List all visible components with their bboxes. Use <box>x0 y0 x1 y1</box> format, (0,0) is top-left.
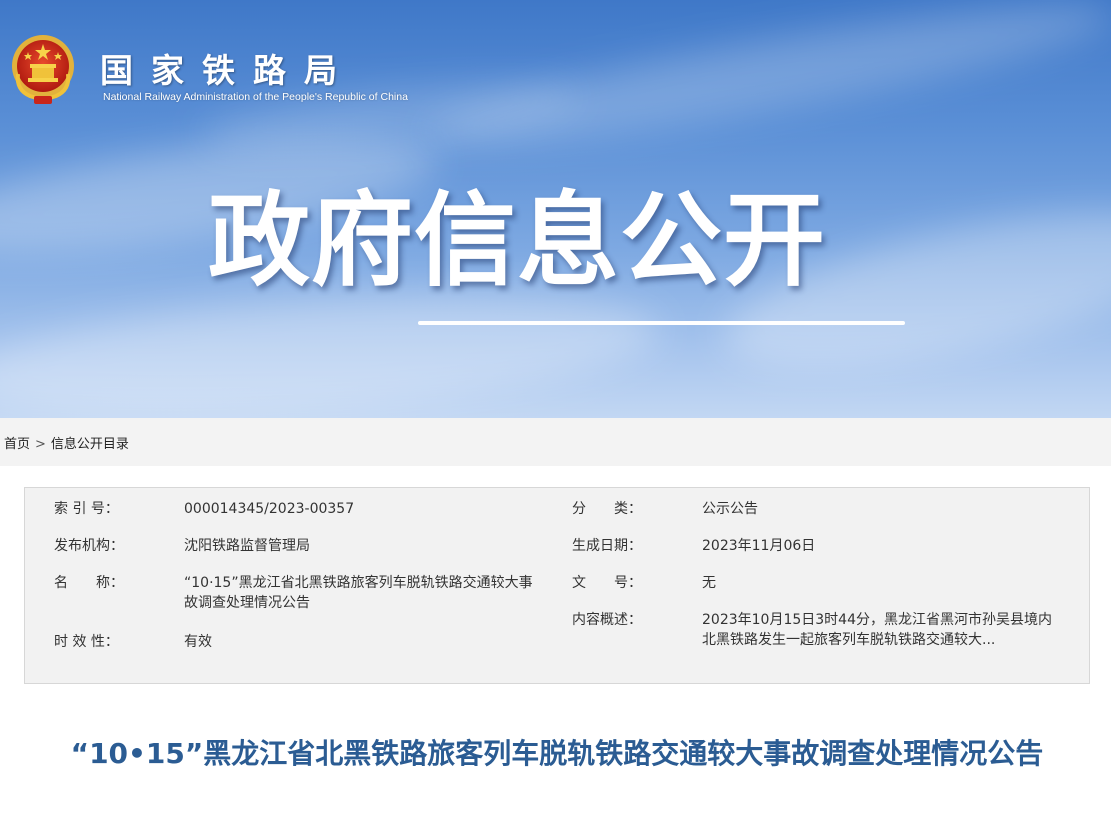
summary-label: 内容概述： <box>572 612 642 628</box>
breadcrumb-current-link[interactable]: 信息公开目录 <box>51 437 129 452</box>
breadcrumb-bar: 首页 > 信息公开目录 <box>0 418 1111 466</box>
index-label: 索 引 号： <box>54 501 119 517</box>
article-title: “10•15”黑龙江省北黑铁路旅客列车脱轨铁路交通较大事故调查处理情况公告 <box>70 737 1044 770</box>
site-logo-text: 国家铁路局 <box>100 51 355 90</box>
docno-label: 文 号： <box>572 575 642 591</box>
summary-value: 2023年10月15日3时44分，黑龙江省黑河市孙吴县境内北黑铁路发生一起旅客列… <box>702 612 1052 648</box>
date-value: 2023年11月06日 <box>702 538 816 554</box>
breadcrumb-home-link[interactable]: 首页 <box>4 437 30 452</box>
name-label: 名 称： <box>54 575 124 591</box>
publisher-value: 沈阳铁路监督管理局 <box>184 538 310 554</box>
banner-title: 政府信息公开 <box>208 182 826 301</box>
breadcrumb-separator: > <box>35 437 46 452</box>
category-label: 分 类： <box>572 501 642 517</box>
date-label: 生成日期： <box>572 538 642 554</box>
publisher-label: 发布机构： <box>54 538 124 554</box>
validity-label: 时 效 性： <box>54 634 119 650</box>
site-logo-english: National Railway Administration of the P… <box>103 91 408 103</box>
validity-value: 有效 <box>184 634 212 650</box>
name-value: “10·15”黑龙江省北黑铁路旅客列车脱轨铁路交通较大事故调查处理情况公告 <box>184 575 533 611</box>
header-banner: 国家铁路局 National Railway Administration of… <box>0 0 1111 418</box>
docno-value: 无 <box>702 575 716 591</box>
national-emblem-icon <box>12 35 74 104</box>
document-info-table: 索 引 号： 000014345/2023-00357 分 类： 公示公告 发布… <box>24 487 1090 684</box>
breadcrumb: 首页 > 信息公开目录 <box>4 433 129 452</box>
index-value: 000014345/2023-00357 <box>184 501 355 517</box>
banner-underline <box>418 321 905 325</box>
category-value: 公示公告 <box>702 501 758 517</box>
